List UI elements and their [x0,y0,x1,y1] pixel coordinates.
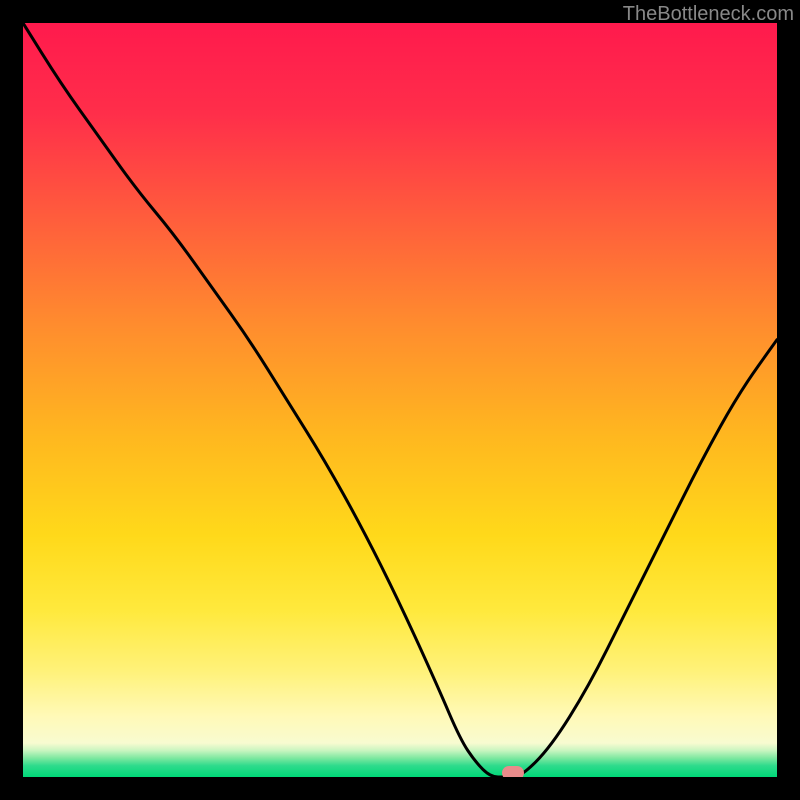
optimal-marker [502,766,524,777]
chart-plot-area [23,23,777,777]
watermark-text: TheBottleneck.com [623,3,794,26]
bottleneck-curve [23,23,777,777]
